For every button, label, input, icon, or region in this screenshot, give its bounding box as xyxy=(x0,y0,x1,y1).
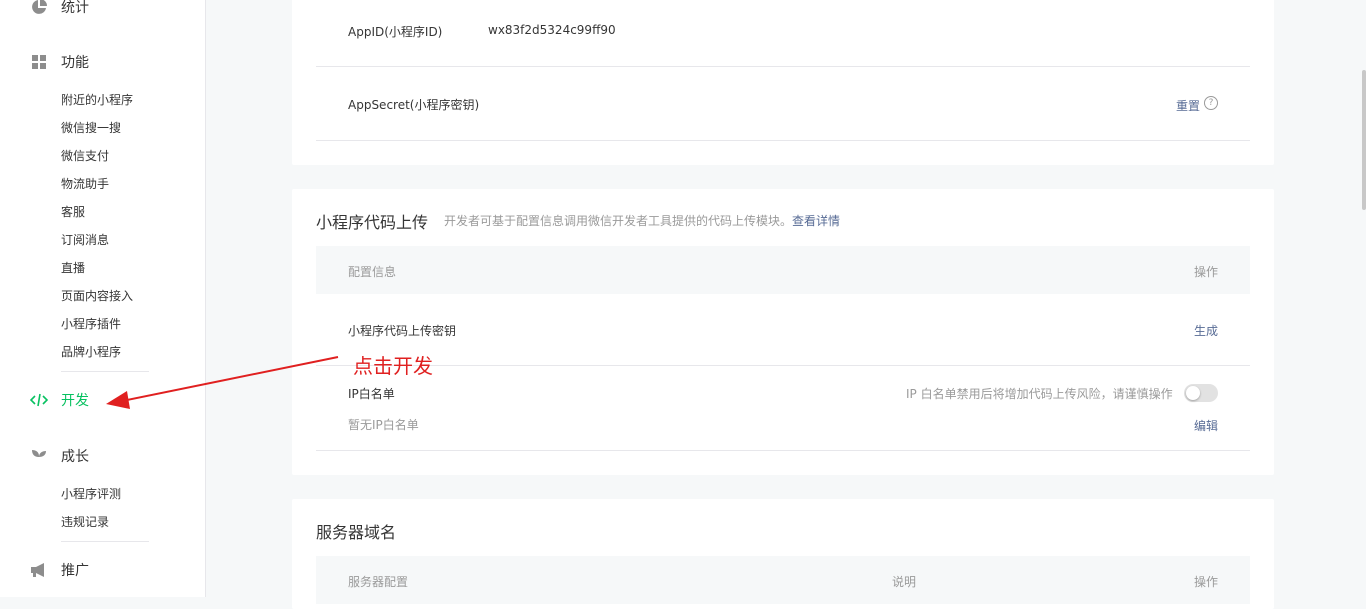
annotation-arrow xyxy=(106,356,339,409)
scrollbar-thumb[interactable] xyxy=(1362,70,1366,210)
annotation-text: 点击开发 xyxy=(353,354,433,378)
